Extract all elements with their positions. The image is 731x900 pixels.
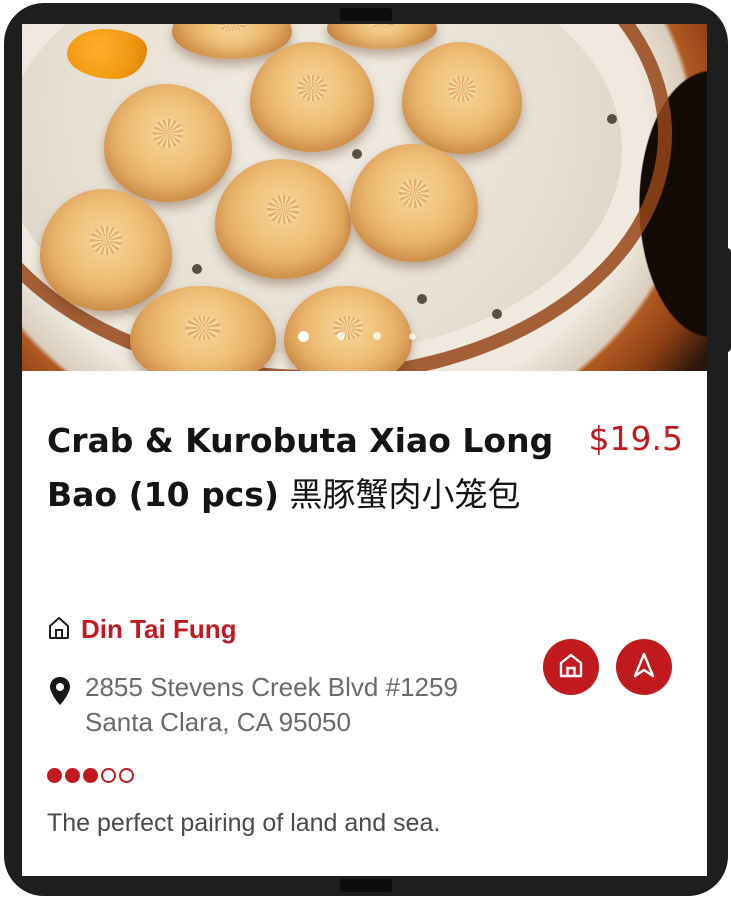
liner-hole <box>607 114 617 124</box>
dish-title-chinese-part2: 肉小笼包 <box>388 475 521 514</box>
dish-title: Crab & Kurobuta Xiao Long Bao (10 pcs) 黑… <box>47 414 567 522</box>
restaurant-name: Din Tai Fung <box>81 614 237 644</box>
dish-photo-carousel[interactable] <box>22 24 707 371</box>
rating-dot-empty <box>101 768 116 783</box>
restaurant-home-button[interactable] <box>543 639 599 695</box>
carousel-dot[interactable] <box>409 332 416 340</box>
restaurant-link[interactable]: Din Tai Fung <box>47 614 237 645</box>
dish-description: The perfect pairing of land and sea. <box>47 809 441 837</box>
restaurant-address[interactable]: 2855 Stevens Creek Blvd #1259 Santa Clar… <box>85 670 458 740</box>
dish-detail-card: Crab & Kurobuta Xiao Long Bao (10 pcs) 黑… <box>22 24 707 876</box>
device-side-button <box>724 248 731 352</box>
dish-title-chinese-part1: 黑豚蟹 <box>289 475 389 514</box>
navigation-arrow-icon <box>630 651 658 683</box>
carousel-dot[interactable] <box>373 332 381 340</box>
rating-dot-filled <box>47 768 62 783</box>
address-line-1: 2855 Stevens Creek Blvd #1259 <box>85 672 458 702</box>
navigate-button[interactable] <box>616 639 672 695</box>
dish-price: $19.5 <box>588 419 683 458</box>
liner-hole <box>352 149 362 159</box>
liner-hole <box>492 309 502 319</box>
home-outline-icon <box>47 615 71 645</box>
price-rating <box>47 768 134 783</box>
carousel-dot-active[interactable] <box>298 330 309 342</box>
liner-hole <box>417 294 427 304</box>
device-top-notch <box>340 8 392 21</box>
carousel-dot[interactable] <box>337 332 345 340</box>
rating-dot-empty <box>119 768 134 783</box>
rating-dot-filled <box>83 768 98 783</box>
carousel-pagination <box>298 330 428 342</box>
device-bottom-notch <box>340 879 392 892</box>
map-pin-icon <box>49 670 71 740</box>
address-row: 2855 Stevens Creek Blvd #1259 Santa Clar… <box>49 670 458 740</box>
home-icon <box>557 651 585 683</box>
address-line-2: Santa Clara, CA 95050 <box>85 707 351 737</box>
liner-hole <box>192 264 202 274</box>
rating-dot-filled <box>65 768 80 783</box>
